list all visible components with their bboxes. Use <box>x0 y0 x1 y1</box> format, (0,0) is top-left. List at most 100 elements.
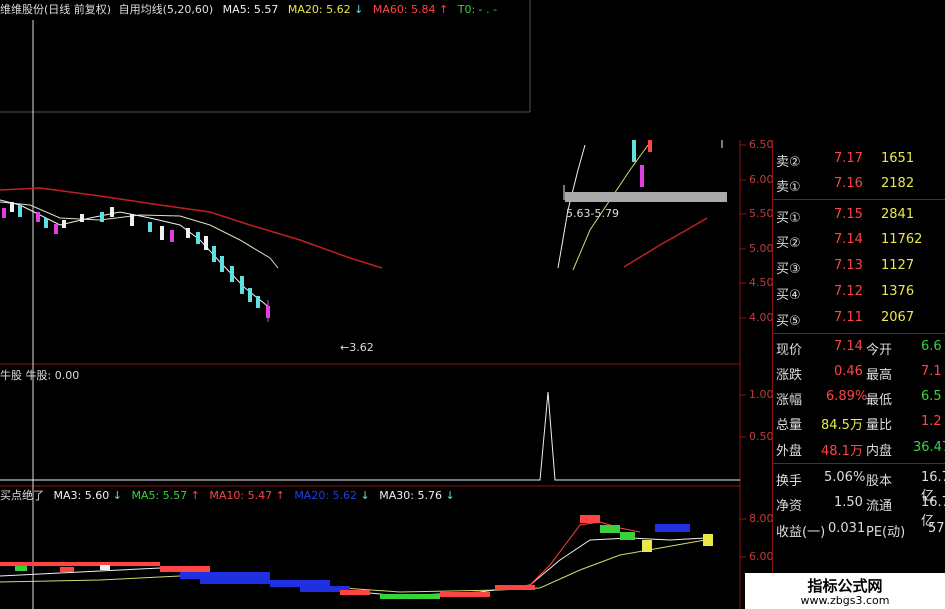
ask-price: 7.17 <box>834 151 863 166</box>
outer-value: 48.1万 <box>821 444 863 459</box>
fund-row-turnover: 换手 5.06% 股本 16.7亿 <box>776 467 945 504</box>
inner-value: 36.47 <box>913 440 945 455</box>
turnover-label: 换手 <box>776 474 803 489</box>
bid-label: 买⑤ <box>776 314 801 329</box>
bid-label: 买③ <box>776 262 801 277</box>
price-label: 现价 <box>776 343 803 358</box>
header-ma60: MA60: 5.84 <box>372 3 436 16</box>
ask-volume: 1651 <box>881 151 915 166</box>
p3-ma20: MA20: 5.62 <box>294 489 358 502</box>
change-label: 涨跌 <box>776 368 803 383</box>
header-ma5: MA5: 5.57 <box>222 3 279 16</box>
vol-value: 84.5万 <box>821 418 863 433</box>
outer-label: 外盘 <box>776 444 803 459</box>
header-ma20: MA20: 5.62 <box>287 3 351 16</box>
ratio-label: 量比 <box>866 418 893 433</box>
bid-volume: 2067 <box>881 310 915 325</box>
nav-label: 净资 <box>776 499 803 514</box>
p3-ma5: MA5: 5.57 <box>131 489 188 502</box>
bid-row-2[interactable]: 买② 7.14 11762 <box>776 228 945 251</box>
y-tick-400: 4.00 <box>749 311 774 324</box>
stock-title[interactable]: 维维股份(日线 前复权) <box>0 3 111 16</box>
watermark-banner: 指标公式网 www.zbgs3.com <box>745 573 945 609</box>
ask-label: 卖② <box>776 155 801 170</box>
bid-volume: 11762 <box>881 232 923 247</box>
arrow-down-icon: ↓ <box>354 3 364 16</box>
low-marker: ←3.62 <box>340 341 374 354</box>
panel3-title: 买点绝了 <box>0 489 44 502</box>
ask-price: 7.16 <box>834 176 863 191</box>
ask-volume: 2182 <box>881 176 915 191</box>
ask-row-1[interactable]: 卖① 7.16 2182 <box>776 172 945 195</box>
eps-label: 收益(一) <box>776 525 826 540</box>
nav-value: 1.50 <box>834 495 863 510</box>
open-label: 今开 <box>866 343 893 358</box>
price-range-label: 5.63-5.79 <box>566 207 619 220</box>
p2-y-tick-050: 0.50 <box>749 430 774 443</box>
p3-y-tick-800: 8.00 <box>749 512 774 525</box>
watermark-title: 指标公式网 <box>807 577 883 595</box>
fund-row-eps: 收益(一) 0.031 PE(动) 57. <box>776 518 945 541</box>
arrow-up-icon: ↑ <box>190 489 200 502</box>
bid-row-1[interactable]: 买① 7.15 2841 <box>776 203 945 226</box>
quote-row-change: 涨跌 0.46 最高 7.1 <box>776 361 945 384</box>
price-value: 7.14 <box>834 339 863 354</box>
quote-row-outer: 外盘 48.1万 内盘 36.47 <box>776 437 945 460</box>
arrow-up-icon: ↑ <box>439 3 449 16</box>
p3-ma10 <box>529 521 641 586</box>
candles <box>2 140 652 322</box>
p2-y-tick-100: 1.00 <box>749 388 774 401</box>
quote-row-price: 现价 7.14 今开 6.6 <box>776 336 945 359</box>
bid-label: 买① <box>776 211 801 226</box>
bid-label: 买② <box>776 236 801 251</box>
y-tick-450: 4.50 <box>749 276 774 289</box>
y-tick-650: 6.50 <box>749 138 774 151</box>
ma20-line <box>0 201 279 269</box>
ratio-value: 1.2 <box>921 414 942 429</box>
arrow-down-icon: ↓ <box>112 489 122 502</box>
bid-price: 7.11 <box>834 310 863 325</box>
bid-volume: 2841 <box>881 207 915 222</box>
bid-volume: 1376 <box>881 284 915 299</box>
arrow-up-icon: ↑ <box>275 489 285 502</box>
y-tick-550: 5.50 <box>749 207 774 220</box>
y-tick-500: 5.00 <box>749 242 774 255</box>
high-label: 最高 <box>866 368 893 383</box>
quote-row-pct: 涨幅 6.89% 最低 6.5 <box>776 386 945 409</box>
turnover-value: 5.06% <box>824 470 866 485</box>
y-tick-600: 6.00 <box>749 173 774 186</box>
change-value: 0.46 <box>834 364 863 379</box>
arrow-down-icon: ↓ <box>360 489 370 502</box>
stock-chart-window: { "header": { "title": "维维股份(日线 前复权)", "… <box>0 0 945 609</box>
float-label: 流通 <box>866 499 893 514</box>
bid-row-4[interactable]: 买④ 7.12 1376 <box>776 280 945 303</box>
arrow-down-icon: ↓ <box>445 489 455 502</box>
bid-price: 7.12 <box>834 284 863 299</box>
high-value: 7.1 <box>921 364 942 379</box>
niugu-spike <box>0 391 740 481</box>
shares-label: 股本 <box>866 474 893 489</box>
pct-label: 涨幅 <box>776 393 803 408</box>
ask-label: 卖① <box>776 180 801 195</box>
low-value: 6.5 <box>921 389 942 404</box>
panel2-title: 牛股 牛股: 0.00 <box>0 369 80 382</box>
panel3-header: 买点绝了 MA3: 5.60 ↓ MA5: 5.57 ↑ MA10: 5.47 … <box>0 489 455 503</box>
watermark-url: www.zbgs3.com <box>800 594 890 607</box>
inner-label: 内盘 <box>866 444 893 459</box>
pe-value: 57. <box>928 521 945 536</box>
bid-price: 7.15 <box>834 207 863 222</box>
p3-ma30: MA30: 5.76 <box>379 489 442 502</box>
bid-row-5[interactable]: 买⑤ 7.11 2067 <box>776 306 945 329</box>
indicator-name: 自用均线(5,20,60) <box>118 3 214 16</box>
low-label: 最低 <box>866 393 893 408</box>
ask-row-2[interactable]: 卖② 7.17 1651 <box>776 147 945 170</box>
open-value: 6.6 <box>921 339 942 354</box>
pe-label: PE(动) <box>866 525 906 540</box>
p3-ma10: MA10: 5.47 <box>209 489 273 502</box>
ma60-line-right <box>623 217 708 268</box>
bid-row-3[interactable]: 买③ 7.13 1127 <box>776 254 945 277</box>
fund-row-nav: 净资 1.50 流通 16.7亿 <box>776 492 945 529</box>
bid-volume: 1127 <box>881 258 915 273</box>
bid-price: 7.13 <box>834 258 863 273</box>
vol-label: 总量 <box>776 418 803 433</box>
